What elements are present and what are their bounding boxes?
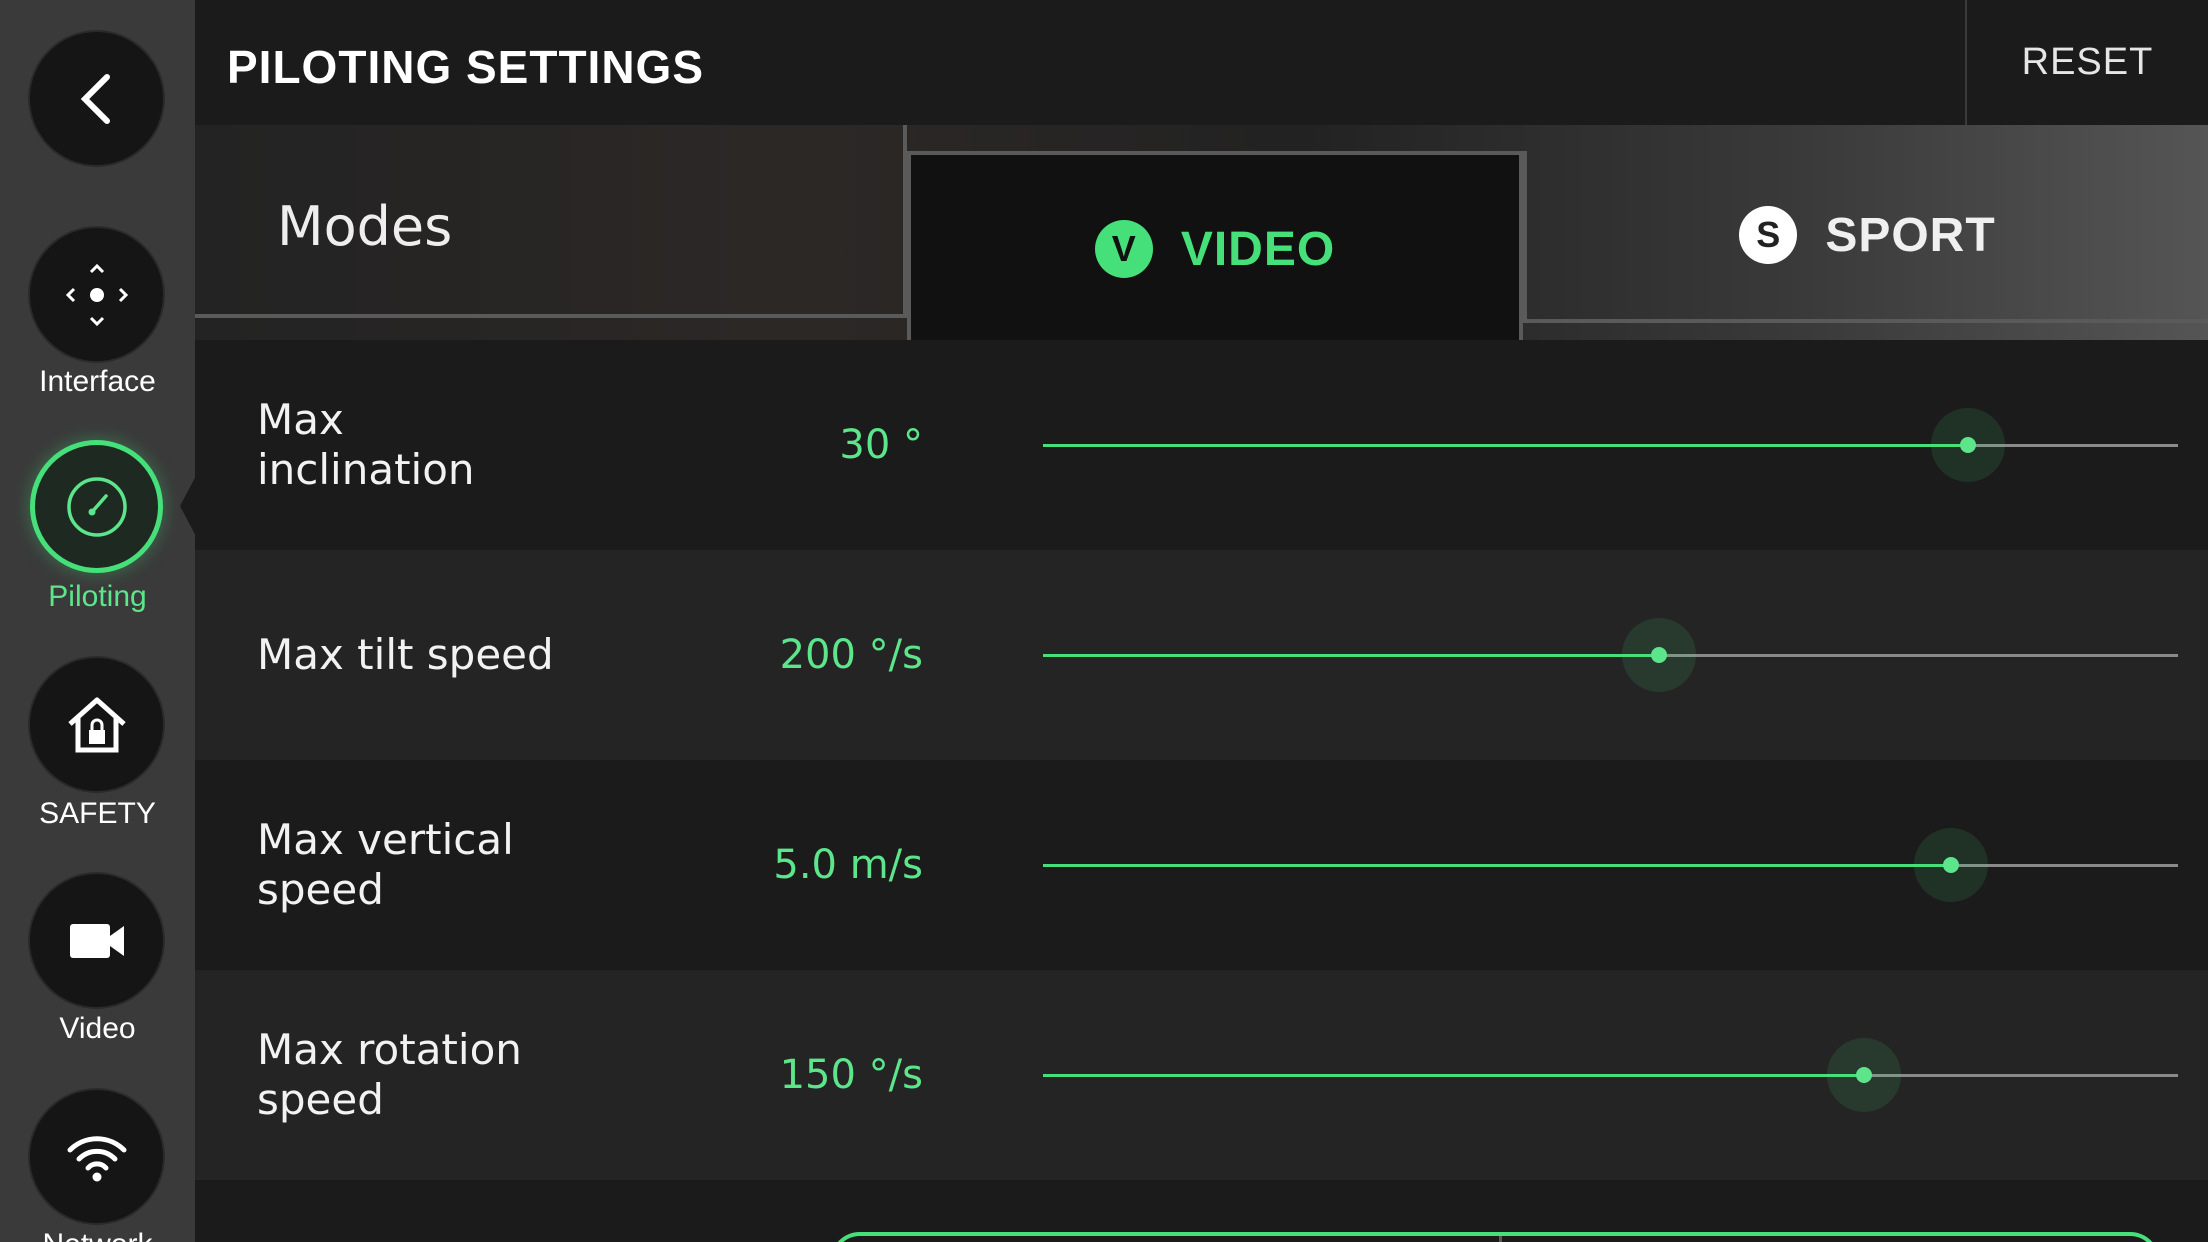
slider-fill — [1043, 864, 1951, 867]
setting-row-max-rotation-speed: Max rotation speed 150 °/s — [195, 970, 2208, 1180]
setting-label: Max tilt speed — [257, 630, 554, 679]
interface-icon — [65, 263, 128, 326]
sidebar-item-interface[interactable] — [30, 228, 163, 361]
segment-divider — [1499, 1236, 1502, 1242]
mode-tab-video[interactable]: V VIDEO — [907, 151, 1523, 343]
setting-value: 200 °/s — [779, 632, 923, 678]
next-setting-row — [195, 1180, 2208, 1242]
mode-tab-sport[interactable]: S SPORT — [1523, 151, 2208, 323]
sidebar-item-network[interactable] — [30, 1090, 163, 1223]
page-title: PILOTING SETTINGS — [227, 41, 705, 93]
setting-row-max-inclination: Max inclination 30 ° — [195, 340, 2208, 550]
setting-row-max-tilt-speed: Max tilt speed 200 °/s — [195, 550, 2208, 760]
max-rotation-speed-slider[interactable] — [1043, 1038, 2178, 1112]
sidebar-item-piloting[interactable] — [30, 440, 163, 573]
sport-mode-badge-icon: S — [1739, 206, 1798, 264]
slider-thumb[interactable] — [1960, 437, 1977, 453]
back-arrow-icon — [80, 73, 110, 124]
video-mode-badge-icon: V — [1094, 220, 1153, 278]
wifi-icon — [67, 1135, 126, 1181]
mode-name-sport: SPORT — [1825, 208, 1996, 262]
modes-label: Modes — [277, 195, 453, 258]
video-camera-icon — [69, 923, 124, 958]
max-tilt-speed-slider[interactable] — [1043, 618, 2178, 692]
sidebar-item-video[interactable] — [30, 874, 163, 1007]
setting-label: Max rotation speed — [257, 1025, 522, 1124]
setting-value: 5.0 m/s — [773, 842, 923, 888]
sidebar: Interface Piloting SAFETY Video N — [0, 0, 198, 1242]
slider-thumb[interactable] — [1943, 857, 1959, 873]
setting-label: Max inclination — [257, 395, 475, 494]
modes-label-box: Modes — [195, 125, 907, 318]
sidebar-label-video: Video — [59, 1012, 136, 1045]
sidebar-label-safety: SAFETY — [39, 797, 156, 830]
back-button[interactable] — [30, 32, 163, 165]
sidebar-label-network: Network — [0, 1228, 195, 1242]
setting-row-max-vertical-speed: Max vertical speed 5.0 m/s — [195, 760, 2208, 970]
setting-label: Max vertical speed — [257, 815, 514, 914]
mode-name-video: VIDEO — [1180, 222, 1336, 276]
sidebar-item-safety[interactable] — [30, 658, 163, 791]
max-inclination-slider[interactable] — [1043, 408, 2178, 482]
sidebar-label-interface: Interface — [39, 365, 156, 398]
slider-thumb[interactable] — [1855, 1067, 1872, 1083]
max-vertical-speed-slider[interactable] — [1043, 828, 2178, 902]
slider-fill — [1043, 1074, 1864, 1077]
modes-bar: Modes V VIDEO S SPORT — [195, 125, 2208, 343]
sidebar-label-piloting: Piloting — [48, 580, 147, 613]
reset-button[interactable]: RESET — [1967, 0, 2208, 125]
slider-fill — [1043, 444, 1969, 447]
setting-value: 150 °/s — [779, 1052, 923, 1098]
setting-value: 30 ° — [839, 422, 923, 468]
segmented-control[interactable] — [830, 1232, 2160, 1242]
piloting-gauge-icon — [66, 476, 127, 537]
home-lock-icon — [67, 697, 126, 752]
slider-fill — [1043, 654, 1660, 657]
header: PILOTING SETTINGS RESET — [195, 0, 2208, 125]
